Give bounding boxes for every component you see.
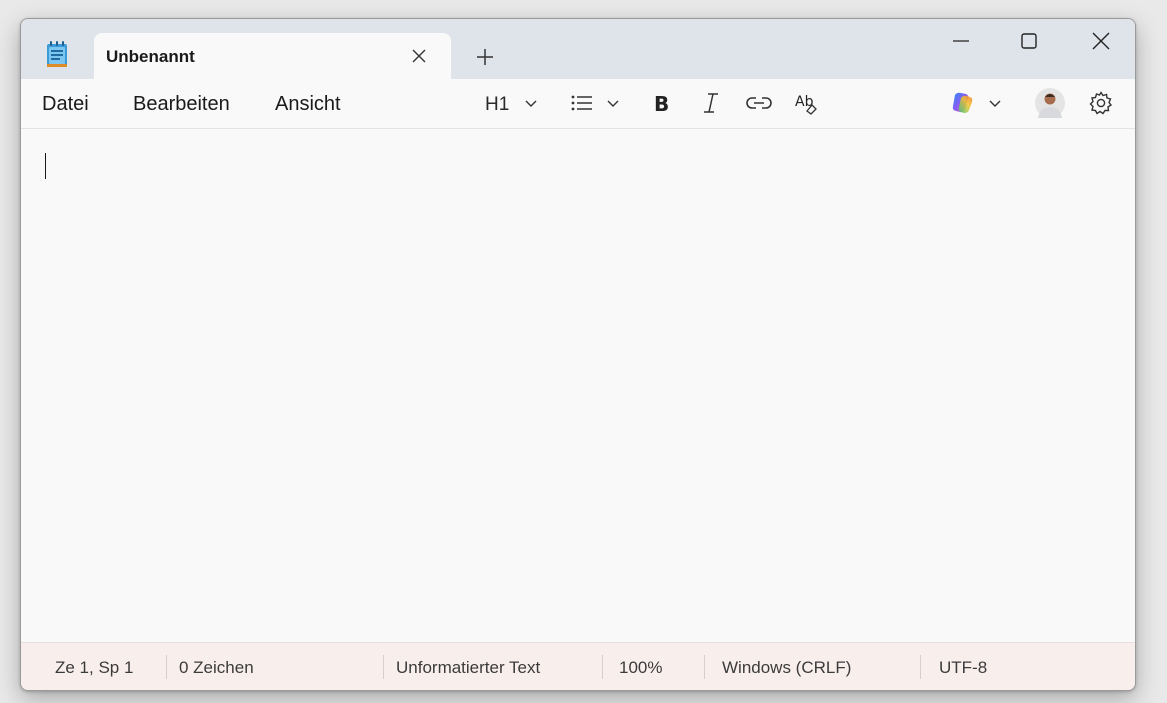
status-divider	[383, 655, 384, 679]
text-caret	[45, 153, 46, 179]
title-bar[interactable]: Unbenannt	[21, 19, 1135, 79]
status-divider	[920, 655, 921, 679]
minimize-icon[interactable]	[939, 29, 983, 53]
link-icon[interactable]	[745, 89, 773, 117]
status-bar: Ze 1, Sp 1 0 Zeichen Unformatierter Text…	[21, 642, 1135, 690]
status-divider	[166, 655, 167, 679]
menu-ansicht[interactable]: Ansicht	[275, 93, 341, 116]
gear-icon[interactable]	[1087, 89, 1115, 117]
avatar[interactable]	[1035, 88, 1065, 118]
status-zoom[interactable]: 100%	[619, 658, 662, 678]
status-divider	[602, 655, 603, 679]
spellcheck-icon[interactable]: Ab	[793, 89, 821, 117]
menu-datei[interactable]: Datei	[42, 93, 89, 116]
menu-bearbeiten[interactable]: Bearbeiten	[133, 93, 230, 116]
notepad-window: Unbenannt Datei Bearbeiten Ansicht H1 B …	[20, 18, 1136, 691]
close-window-icon[interactable]	[1079, 29, 1123, 53]
tab-unbenannt[interactable]: Unbenannt	[94, 33, 451, 79]
status-encoding[interactable]: UTF-8	[939, 658, 987, 678]
status-line-ending[interactable]: Windows (CRLF)	[722, 658, 851, 678]
status-text-format[interactable]: Unformatierter Text	[396, 658, 540, 678]
italic-icon[interactable]	[699, 89, 723, 117]
maximize-icon[interactable]	[1007, 29, 1051, 53]
list-icon[interactable]	[569, 89, 595, 117]
svg-text:B: B	[654, 92, 669, 116]
text-editor-area[interactable]	[21, 129, 1135, 642]
svg-text:Ab: Ab	[795, 94, 814, 110]
status-cursor-position: Ze 1, Sp 1	[55, 658, 134, 677]
copilot-chevron-down-icon[interactable]	[987, 89, 1003, 117]
heading-chevron-down-icon[interactable]	[523, 89, 539, 117]
heading-level-button[interactable]: H1	[485, 94, 509, 116]
copilot-icon[interactable]	[949, 89, 975, 117]
close-tab-icon[interactable]	[408, 45, 430, 67]
notepad-app-icon	[47, 41, 67, 67]
bold-icon[interactable]: B	[649, 89, 673, 117]
list-chevron-down-icon[interactable]	[605, 89, 621, 117]
status-char-count: 0 Zeichen	[179, 658, 254, 677]
tab-title: Unbenannt	[106, 47, 195, 66]
status-divider	[704, 655, 705, 679]
menu-toolbar: Datei Bearbeiten Ansicht H1 B Ab	[21, 79, 1135, 129]
new-tab-plus-icon[interactable]	[473, 45, 497, 69]
